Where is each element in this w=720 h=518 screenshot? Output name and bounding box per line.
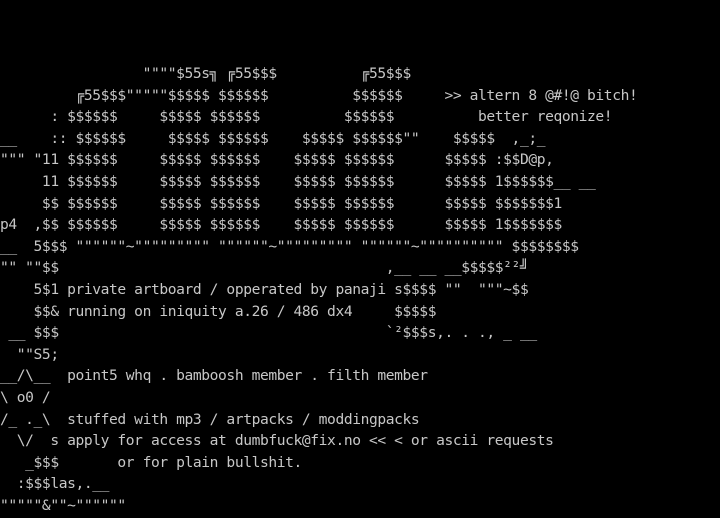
terminal-screen: """"$55s╗ ╔55$$$ ╔55$$$ ╔55$$$"""""$$$$$…: [0, 0, 720, 518]
ansi-art-text: """"$55s╗ ╔55$$$ ╔55$$$ ╔55$$$"""""$$$$$…: [0, 65, 638, 514]
